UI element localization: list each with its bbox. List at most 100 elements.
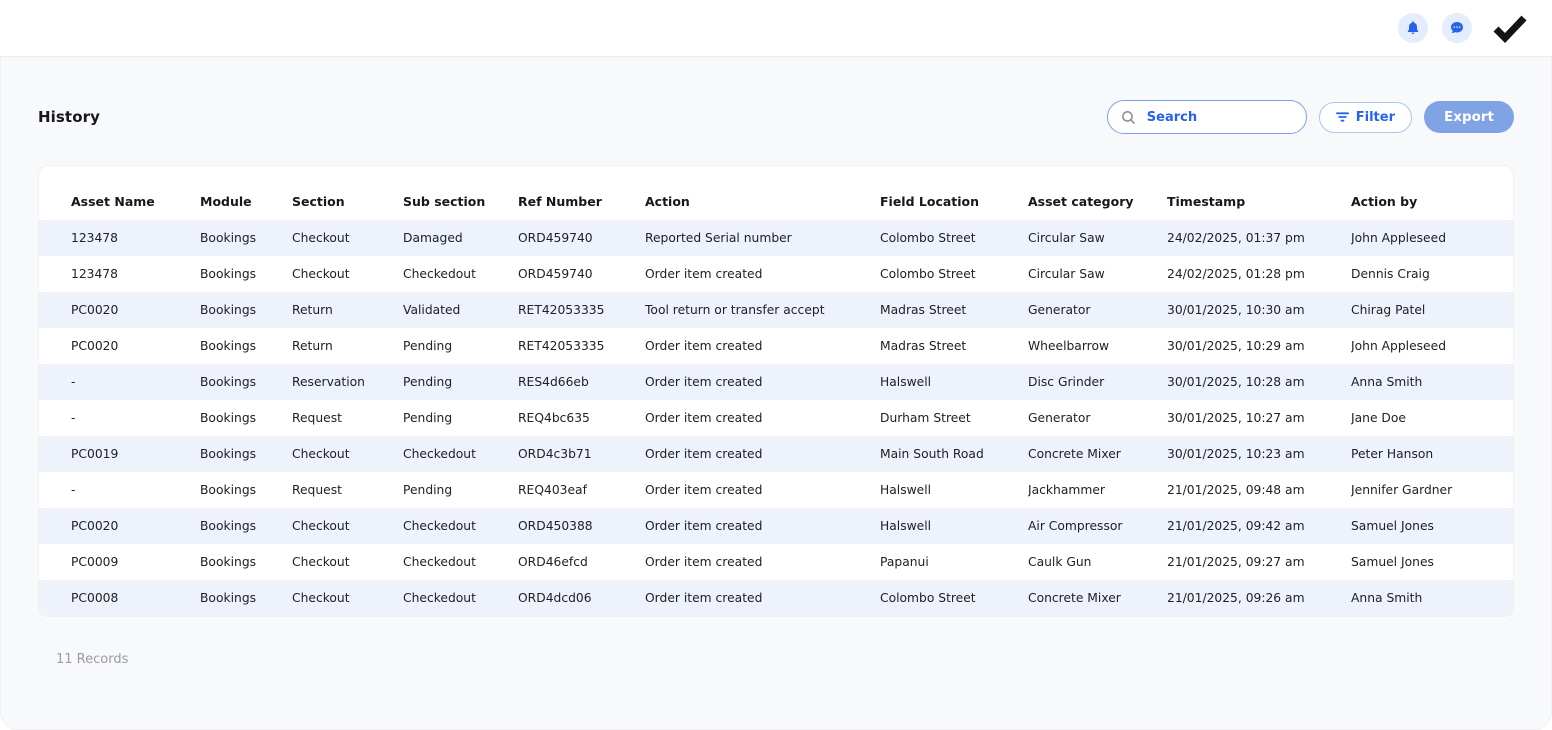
- table-cell: -: [39, 472, 200, 508]
- table-row: 123478BookingsCheckoutDamagedORD459740Re…: [39, 220, 1514, 256]
- notifications-button[interactable]: [1398, 13, 1428, 43]
- table-cell: 30/01/2025, 10:27 am: [1167, 400, 1351, 436]
- table-cell: Disc Grinder: [1028, 364, 1167, 400]
- table-cell: Bookings: [200, 436, 292, 472]
- table-cell: PC0009: [39, 544, 200, 580]
- search-box[interactable]: [1107, 100, 1307, 134]
- table-row: -BookingsReservationPendingRES4d66ebOrde…: [39, 364, 1514, 400]
- chat-button[interactable]: [1442, 13, 1472, 43]
- table-cell: Concrete Mixer: [1028, 580, 1167, 616]
- table-cell: Checkout: [292, 256, 403, 292]
- table-cell: Chirag Patel: [1351, 292, 1514, 328]
- table-cell: Jane Doe: [1351, 400, 1514, 436]
- table-cell: Checkedout: [403, 544, 518, 580]
- table-cell: RES4d66eb: [518, 364, 645, 400]
- table-cell: Pending: [403, 328, 518, 364]
- table-cell: Checkedout: [403, 508, 518, 544]
- column-header: Action: [645, 166, 880, 220]
- table-cell: Samuel Jones: [1351, 544, 1514, 580]
- table-cell: Peter Hanson: [1351, 436, 1514, 472]
- chat-icon: [1449, 20, 1465, 36]
- table-cell: PC0019: [39, 436, 200, 472]
- column-header: Asset category: [1028, 166, 1167, 220]
- history-table: Asset NameModuleSectionSub sectionRef Nu…: [39, 166, 1514, 616]
- table-cell: John Appleseed: [1351, 220, 1514, 256]
- table-cell: 21/01/2025, 09:42 am: [1167, 508, 1351, 544]
- export-button[interactable]: Export: [1424, 101, 1514, 133]
- table-cell: Order item created: [645, 256, 880, 292]
- table-cell: Madras Street: [880, 328, 1028, 364]
- table-cell: Bookings: [200, 580, 292, 616]
- table-cell: Validated: [403, 292, 518, 328]
- table-cell: Pending: [403, 472, 518, 508]
- table-cell: 24/02/2025, 01:37 pm: [1167, 220, 1351, 256]
- search-icon: [1120, 109, 1137, 126]
- table-cell: ORD46efcd: [518, 544, 645, 580]
- table-row: PC0019BookingsCheckoutCheckedoutORD4c3b7…: [39, 436, 1514, 472]
- table-cell: Colombo Street: [880, 256, 1028, 292]
- table-cell: Checkedout: [403, 436, 518, 472]
- table-cell: Reservation: [292, 364, 403, 400]
- table-cell: 21/01/2025, 09:48 am: [1167, 472, 1351, 508]
- table-cell: Reported Serial number: [645, 220, 880, 256]
- filter-button-label: Filter: [1356, 110, 1395, 125]
- table-cell: Bookings: [200, 328, 292, 364]
- column-header: Sub section: [403, 166, 518, 220]
- table-cell: Request: [292, 472, 403, 508]
- table-cell: Checkout: [292, 544, 403, 580]
- table-row: 123478BookingsCheckoutCheckedoutORD45974…: [39, 256, 1514, 292]
- table-cell: REQ4bc635: [518, 400, 645, 436]
- table-cell: REQ403eaf: [518, 472, 645, 508]
- table-cell: Madras Street: [880, 292, 1028, 328]
- history-table-body: 123478BookingsCheckoutDamagedORD459740Re…: [39, 220, 1514, 616]
- table-cell: RET42053335: [518, 292, 645, 328]
- table-cell: Order item created: [645, 580, 880, 616]
- table-row: PC0008BookingsCheckoutCheckedoutORD4dcd0…: [39, 580, 1514, 616]
- table-cell: Pending: [403, 400, 518, 436]
- table-cell: Checkedout: [403, 256, 518, 292]
- table-cell: Request: [292, 400, 403, 436]
- table-cell: 123478: [39, 256, 200, 292]
- table-cell: Concrete Mixer: [1028, 436, 1167, 472]
- table-cell: -: [39, 400, 200, 436]
- bell-icon: [1405, 20, 1421, 36]
- table-cell: Jackhammer: [1028, 472, 1167, 508]
- records-count: 11 Records: [56, 652, 128, 667]
- table-row: PC0020BookingsReturnPendingRET42053335Or…: [39, 328, 1514, 364]
- table-cell: Order item created: [645, 400, 880, 436]
- table-cell: Damaged: [403, 220, 518, 256]
- table-cell: Air Compressor: [1028, 508, 1167, 544]
- table-cell: ORD4dcd06: [518, 580, 645, 616]
- table-cell: Bookings: [200, 292, 292, 328]
- table-cell: RET42053335: [518, 328, 645, 364]
- table-cell: Checkout: [292, 508, 403, 544]
- column-header: Action by: [1351, 166, 1514, 220]
- export-button-label: Export: [1444, 109, 1494, 125]
- table-cell: Order item created: [645, 472, 880, 508]
- table-cell: ORD459740: [518, 256, 645, 292]
- table-cell: ORD4c3b71: [518, 436, 645, 472]
- table-cell: Wheelbarrow: [1028, 328, 1167, 364]
- search-input[interactable]: [1147, 110, 1287, 125]
- table-cell: 30/01/2025, 10:28 am: [1167, 364, 1351, 400]
- table-cell: 30/01/2025, 10:30 am: [1167, 292, 1351, 328]
- table-cell: Return: [292, 292, 403, 328]
- filter-button[interactable]: Filter: [1319, 102, 1412, 133]
- table-cell: 21/01/2025, 09:27 am: [1167, 544, 1351, 580]
- table-cell: PC0008: [39, 580, 200, 616]
- table-cell: Halswell: [880, 364, 1028, 400]
- table-cell: Bookings: [200, 364, 292, 400]
- table-cell: Checkedout: [403, 580, 518, 616]
- table-cell: PC0020: [39, 292, 200, 328]
- table-row: -BookingsRequestPendingREQ4bc635Order it…: [39, 400, 1514, 436]
- table-cell: Circular Saw: [1028, 256, 1167, 292]
- table-cell: -: [39, 364, 200, 400]
- table-cell: Anna Smith: [1351, 364, 1514, 400]
- table-cell: Order item created: [645, 328, 880, 364]
- column-header: Module: [200, 166, 292, 220]
- table-cell: Bookings: [200, 508, 292, 544]
- page-title: History: [38, 108, 100, 126]
- table-cell: Order item created: [645, 508, 880, 544]
- table-cell: Colombo Street: [880, 580, 1028, 616]
- table-cell: ORD450388: [518, 508, 645, 544]
